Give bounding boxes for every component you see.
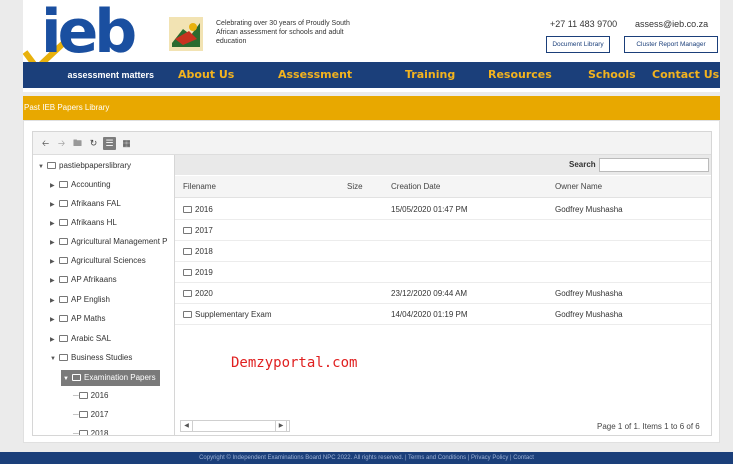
table-row[interactable]: 2016 15/05/2020 01:47 PM Godfrey Mushash… [175,199,711,220]
horizontal-scrollbar[interactable]: ◀ ▶ [180,420,290,432]
logo-tagline: assessment matters [23,62,160,88]
tree-item-ap-afrikaans[interactable]: ▶ AP Afrikaans [50,273,117,287]
expanded-caret-icon[interactable]: ▼ [50,352,59,366]
folder-icon [59,335,68,342]
file-grid: Search Filename Size Creation Date Owner… [175,155,711,435]
column-creation-date[interactable]: Creation Date [391,182,440,191]
grid-header: Filename Size Creation Date Owner Name [175,176,711,198]
site-header: ieb assessment matters Celebrating over … [23,0,720,92]
file-manager: 🡠 🡢 🖿 ↻ ☰ ▦ ▼ pastiebpaperslibrary ▶ Accou… [32,131,712,436]
search-row: Search [175,155,711,175]
header-tagline: Celebrating over 30 years of Proudly Sou… [216,20,350,45]
section-title-bar: Past IEB Papers Library [23,96,720,120]
tree-item-afrikaans-fal[interactable]: ▶ Afrikaans FAL [50,197,121,211]
tree-item-accounting[interactable]: ▶ Accounting [50,178,111,192]
grid-view-icon[interactable]: ▦ [120,137,133,150]
collapsed-caret-icon[interactable]: ▶ [50,274,59,288]
column-filename[interactable]: Filename [183,182,216,191]
cluster-report-manager-button[interactable]: Cluster Report Manager [624,36,718,53]
celebration-badge-icon [169,17,203,51]
tree-item-examination-papers[interactable]: ▼ Examination Papers [61,370,160,386]
folder-icon [59,276,68,283]
phone-number[interactable]: +27 11 483 9700 [550,19,617,29]
scroll-left-icon[interactable]: ◀ [181,421,193,431]
collapsed-caret-icon[interactable]: ▶ [50,255,59,269]
folder-tree: ▼ pastiebpaperslibrary ▶ Accounting ▶ Afrik… [33,155,175,435]
scroll-right-icon[interactable]: ▶ [275,421,287,431]
list-view-icon[interactable]: ☰ [103,137,116,150]
folder-icon [59,315,68,322]
folder-icon [78,430,88,435]
folder-icon [183,206,192,213]
pagination-info: Page 1 of 1. Items 1 to 6 of 6 [597,422,700,431]
expanded-caret-icon[interactable]: ▼ [38,160,47,174]
folder-icon [183,290,192,297]
tree-item-agricultural-management[interactable]: ▶ Agricultural Management P [50,235,168,249]
collapsed-caret-icon[interactable]: ▶ [50,236,59,250]
table-row[interactable]: Supplementary Exam 14/04/2020 01:19 PM G… [175,304,711,325]
watermark: Demzyportal.com [231,355,358,371]
collapsed-caret-icon[interactable]: ▶ [50,217,59,231]
main-nav: About Us Assessment Training Resources S… [160,62,720,88]
folder-icon [78,411,88,418]
search-input[interactable] [599,158,709,172]
folder-icon [47,162,56,169]
file-manager-container: 🡠 🡢 🖿 ↻ ☰ ▦ ▼ pastiebpaperslibrary ▶ Accou… [23,120,720,443]
forward-arrow-icon[interactable]: 🡢 [55,137,68,150]
section-title: Past IEB Papers Library [24,103,110,112]
column-owner-name[interactable]: Owner Name [555,182,602,191]
folder-icon [183,227,192,234]
folder-icon [59,257,68,264]
nav-resources[interactable]: Resources [488,68,552,81]
collapsed-caret-icon[interactable]: ▶ [50,198,59,212]
toolbar: 🡠 🡢 🖿 ↻ ☰ ▦ [33,132,711,155]
up-folder-icon[interactable]: 🖿 [71,137,84,150]
folder-icon [59,354,68,361]
back-arrow-icon[interactable]: 🡠 [39,137,52,150]
folder-icon [78,392,88,399]
tree-root[interactable]: ▼ pastiebpaperslibrary [38,159,131,173]
search-label: Search [569,160,596,169]
document-library-button[interactable]: Document Library [546,36,610,53]
nav-assessment[interactable]: Assessment [278,68,352,81]
expanded-caret-icon[interactable]: ▼ [63,371,72,387]
tree-item-arabic-sal[interactable]: ▶ Arabic SAL [50,332,111,346]
table-row[interactable]: 2018 [175,241,711,262]
tree-item-afrikaans-hl[interactable]: ▶ Afrikaans HL [50,216,117,230]
table-row[interactable]: 2017 [175,220,711,241]
tree-item-ap-maths[interactable]: ▶ AP Maths [50,312,106,326]
tree-child-2016[interactable]: ─ 2016 [73,389,108,403]
collapsed-caret-icon[interactable]: ▶ [50,333,59,347]
folder-icon [72,374,81,381]
folder-icon [59,200,68,207]
refresh-icon[interactable]: ↻ [87,137,100,150]
email-link[interactable]: assess@ieb.co.za [635,19,708,29]
folder-icon [59,238,68,245]
site-footer: Copyright © Independent Examinations Boa… [0,452,733,464]
collapsed-caret-icon[interactable]: ▶ [50,179,59,193]
logo-wordmark: ieb [41,0,137,67]
nav-schools[interactable]: Schools [588,68,636,81]
tree-child-2017[interactable]: ─ 2017 [73,408,108,422]
folder-icon [183,269,192,276]
tree-item-business-studies[interactable]: ▼ Business Studies [50,351,132,365]
folder-icon [59,296,68,303]
collapsed-caret-icon[interactable]: ▶ [50,313,59,327]
folder-icon [59,181,68,188]
collapsed-caret-icon[interactable]: ▶ [50,294,59,308]
tree-item-ap-english[interactable]: ▶ AP English [50,293,110,307]
nav-training[interactable]: Training [405,68,455,81]
tree-item-agricultural-sciences[interactable]: ▶ Agricultural Sciences [50,254,146,268]
folder-icon [183,311,192,318]
nav-about-us[interactable]: About Us [178,68,234,81]
tree-child-2018[interactable]: ─ 2018 [73,427,108,435]
table-row[interactable]: 2019 [175,262,711,283]
column-size[interactable]: Size [347,182,363,191]
folder-icon [59,219,68,226]
nav-contact-us[interactable]: Contact Us [652,68,719,81]
folder-icon [183,248,192,255]
table-row[interactable]: 2020 23/12/2020 09:44 AM Godfrey Mushash… [175,283,711,304]
ieb-logo[interactable]: ieb assessment matters [23,0,160,92]
